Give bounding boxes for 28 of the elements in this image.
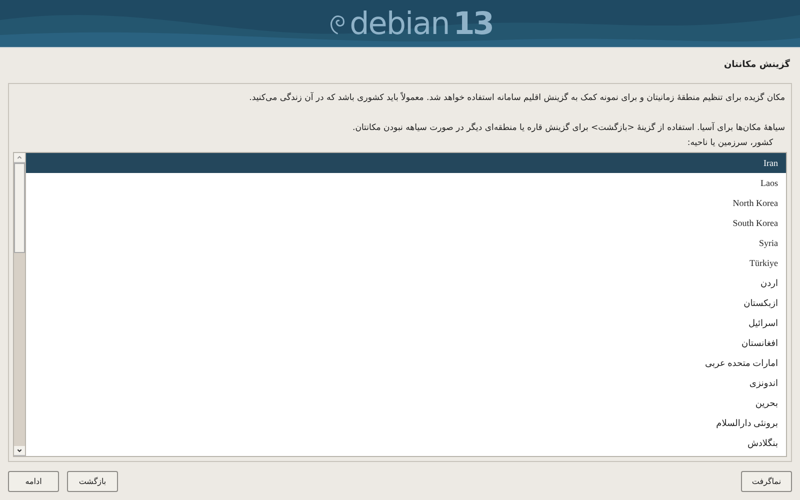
scroll-up-icon[interactable]	[14, 153, 25, 163]
country-item[interactable]: امارات متحده عربی	[26, 353, 786, 373]
country-item[interactable]: بحرین	[26, 393, 786, 413]
country-item[interactable]: North Korea	[26, 193, 786, 213]
country-item[interactable]: Iran	[26, 153, 786, 173]
scrollbar[interactable]	[14, 153, 26, 456]
country-item[interactable]: Syria	[26, 233, 786, 253]
description-text: سیاههٔ مکان‌ها برای آسیا. استفاده از گزینهٔ <بازگشت> برای گزینش قاره یا منطقه‌ای دیگر در صورت سیاهه نبودن مکانتان.	[352, 121, 785, 135]
scroll-thumb[interactable]	[14, 163, 25, 253]
country-item[interactable]: Türkiye	[26, 253, 786, 273]
country-item[interactable]: بنگلادش	[26, 433, 786, 453]
country-item[interactable]: South Korea	[26, 213, 786, 233]
country-item[interactable]: برونئی دارالسلام	[26, 413, 786, 433]
country-item[interactable]: اندونزی	[26, 373, 786, 393]
description-text: مکان گزیده برای تنظیم منطقهٔ زمانیتان و برای نمونه کمک به گزینش اقلیم سامانه استفاده خواهد شد. معمولاً باید کشوری باشد که در آن زندگی می‌کنید.	[248, 91, 785, 105]
back-button[interactable]: بازگشت	[67, 471, 118, 492]
version-text: 13	[453, 6, 492, 42]
country-item[interactable]: اردن	[26, 273, 786, 293]
country-item[interactable]: افغانستان	[26, 333, 786, 353]
scroll-down-icon[interactable]	[14, 446, 25, 456]
country-item[interactable]: ازبکستان	[26, 293, 786, 313]
continue-button[interactable]: ادامه	[8, 471, 59, 492]
logo-text: debian	[350, 6, 450, 42]
screenshot-button[interactable]: نماگرفت	[741, 471, 792, 492]
country-item[interactable]: اسرائیل	[26, 313, 786, 333]
country-item[interactable]: Laos	[26, 173, 786, 193]
list-label: کشور، سرزمین یا ناحیه:	[686, 137, 773, 149]
page-title: گزینش مکانتان	[722, 58, 791, 70]
